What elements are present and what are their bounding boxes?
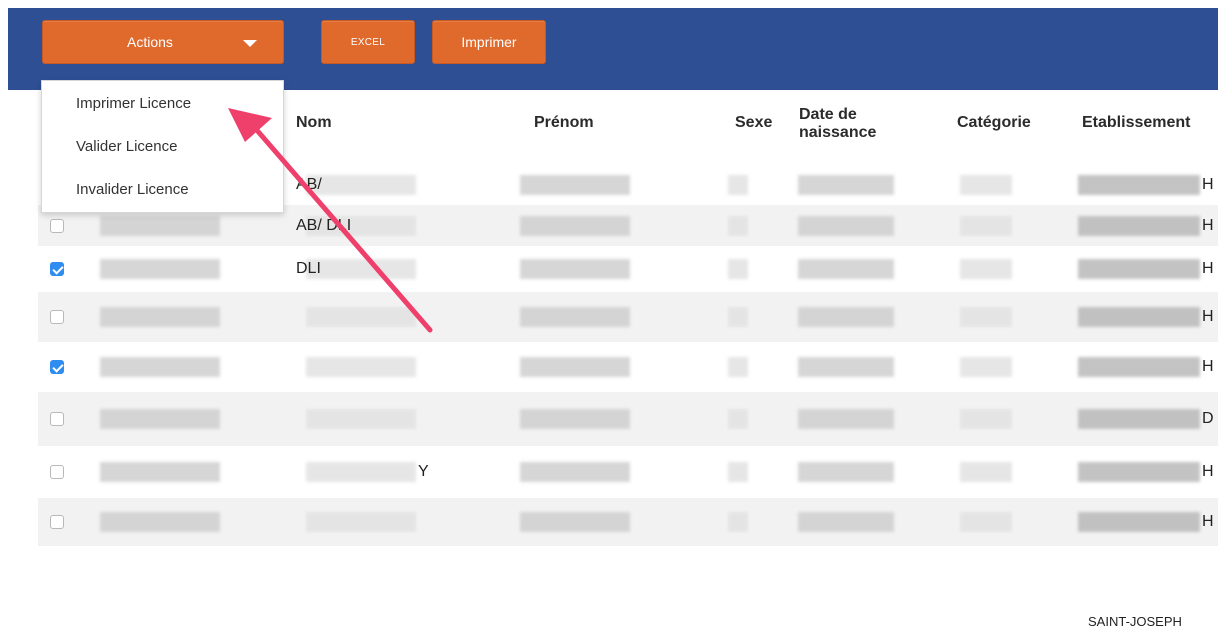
arrow-icon — [228, 108, 433, 333]
app-frame: Actions EXCEL Imprimer Nom Prénom Sexe D… — [0, 0, 1218, 628]
